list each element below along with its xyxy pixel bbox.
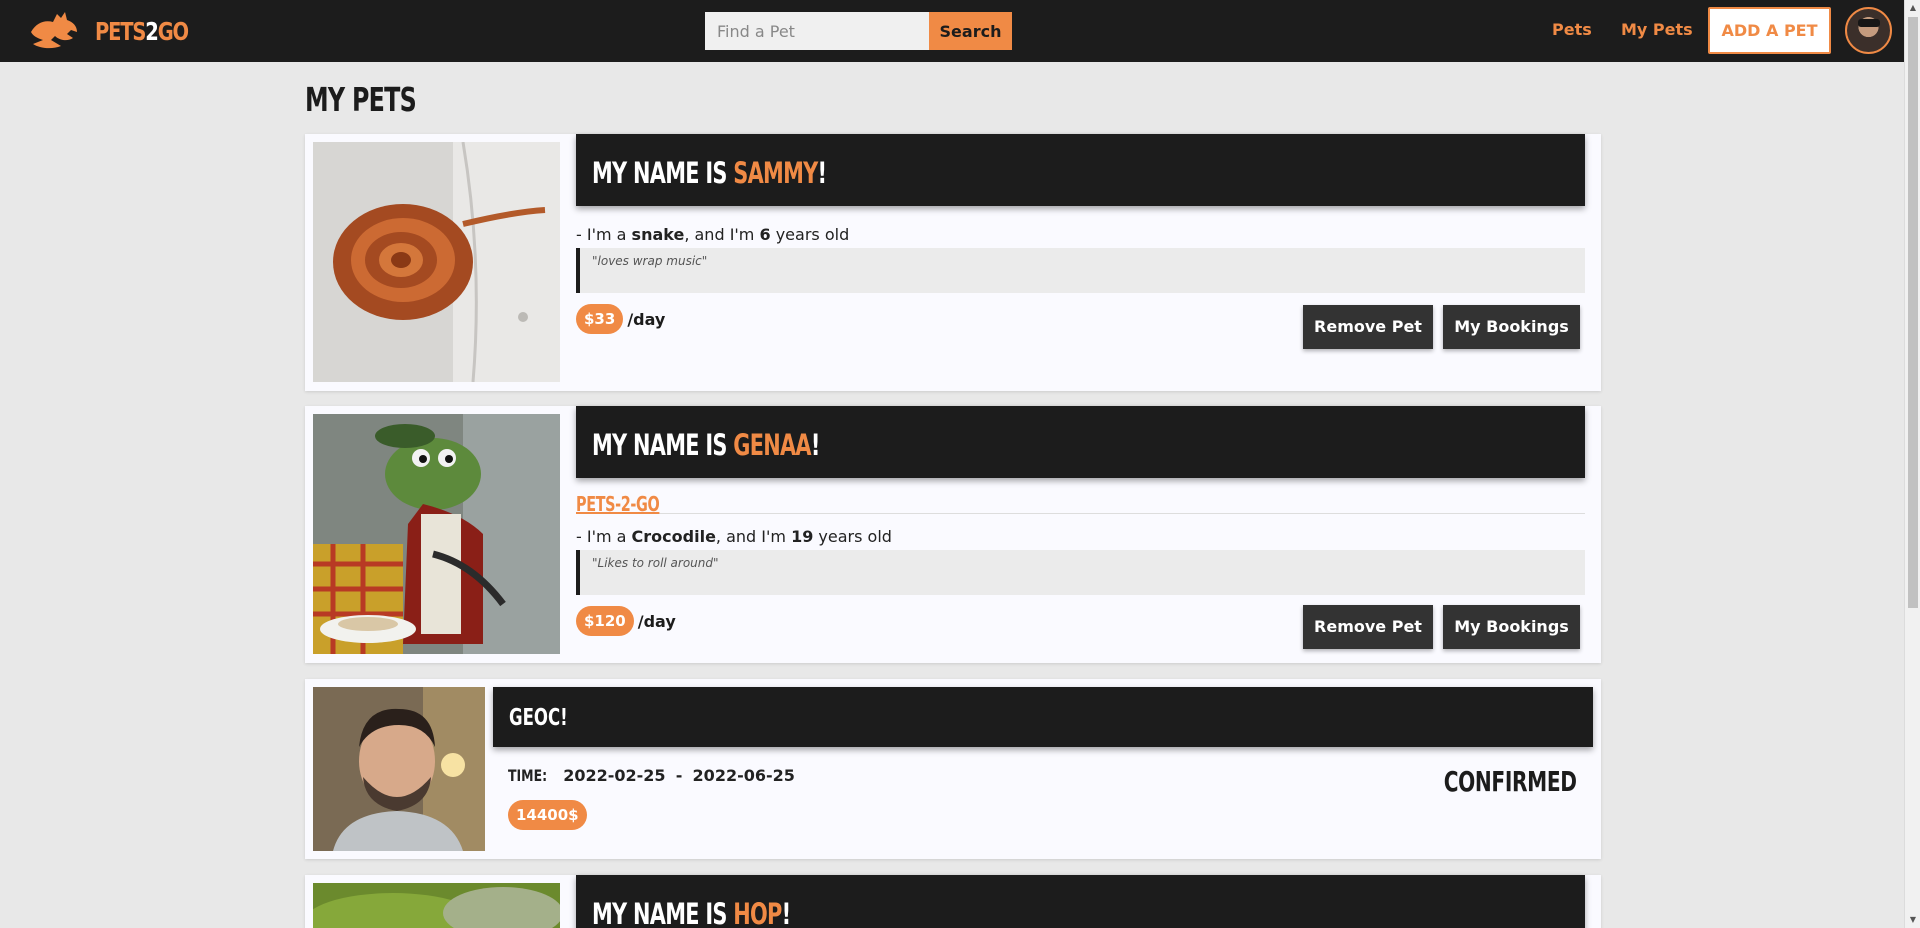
price-badge: $33 (576, 304, 624, 334)
booking-total-badge: 14400$ (508, 800, 587, 830)
add-pet-button[interactable]: ADD A PET (1708, 7, 1831, 54)
pet-photo-snake (313, 142, 560, 382)
remove-pet-button[interactable]: Remove Pet (1303, 605, 1433, 649)
nav-link-my-pets[interactable]: My Pets (1621, 20, 1693, 39)
booker-name: GEOC! (509, 705, 568, 731)
search-input[interactable] (705, 12, 929, 50)
search-button[interactable]: Search (929, 12, 1012, 50)
booker-photo (313, 687, 485, 851)
nav-link-pets[interactable]: Pets (1552, 20, 1592, 39)
vertical-scrollbar[interactable]: ▲ ▼ (1904, 0, 1920, 928)
owner-link[interactable]: PETS-2-GO (576, 492, 660, 516)
pet-photo-hop (313, 883, 560, 928)
per-day-label: /day (637, 611, 676, 631)
time-label: TIME: (508, 766, 548, 785)
pet-card: MY NAME IS HOP! (305, 875, 1601, 928)
page-title: MY PETS (305, 80, 417, 119)
pet-card: MY NAME IS GENAA! PETS-2-GO - I'm a Croc… (305, 406, 1601, 663)
my-bookings-button[interactable]: My Bookings (1443, 605, 1580, 649)
booking-status: CONFIRMED (1444, 765, 1577, 798)
pet-name-header: MY NAME IS GENAA! (576, 406, 1585, 478)
price-row: $120 /day (576, 606, 676, 636)
scroll-down-arrow-icon[interactable]: ▼ (1905, 912, 1920, 928)
per-day-label: /day (627, 309, 666, 329)
pet-name-title: MY NAME IS SAMMY! (592, 156, 827, 190)
pet-photo-crocodile (313, 414, 560, 654)
booking-end-date: 2022-06-25 (692, 766, 795, 785)
owner-link-row: PETS-2-GO (576, 492, 1585, 516)
search-bar: Search (705, 12, 1012, 50)
pet-info-line: - I'm a snake, and I'm 6 years old (576, 225, 850, 244)
booking-start-date: 2022-02-25 (563, 766, 666, 785)
user-avatar[interactable] (1845, 7, 1892, 54)
pet-description-quote: "loves wrap music" (576, 248, 1585, 293)
logo[interactable]: PETS2GO (27, 10, 214, 52)
scroll-up-arrow-icon[interactable]: ▲ (1905, 0, 1920, 16)
booking-total-row: 14400$ (508, 800, 587, 830)
pet-card: MY NAME IS SAMMY! - I'm a snake, and I'm… (305, 134, 1601, 391)
dragon-logo-icon (31, 12, 77, 49)
price-row: $33 /day (576, 304, 665, 334)
pet-name-title: MY NAME IS GENAA! (592, 428, 820, 462)
pet-name-header: MY NAME IS SAMMY! (576, 134, 1585, 206)
pet-description-quote: "Likes to roll around" (576, 550, 1585, 595)
logo-text: PETS2GO (95, 16, 189, 46)
booking-header: GEOC! (493, 687, 1593, 747)
booking-card: GEOC! TIME: 2022-02-25 - 2022-06-25 1440… (305, 679, 1601, 859)
pet-name-title: MY NAME IS HOP! (592, 897, 791, 928)
scrollbar-thumb[interactable] (1908, 17, 1918, 608)
pet-info-line: - I'm a Crocodile, and I'm 19 years old (576, 527, 892, 546)
top-navbar: PETS2GO Search Pets My Pets ADD A PET (0, 0, 1904, 62)
my-bookings-button[interactable]: My Bookings (1443, 305, 1580, 349)
price-badge: $120 (576, 606, 634, 636)
remove-pet-button[interactable]: Remove Pet (1303, 305, 1433, 349)
booking-time-line: TIME: 2022-02-25 - 2022-06-25 (508, 766, 795, 785)
pet-name-header: MY NAME IS HOP! (576, 875, 1585, 928)
